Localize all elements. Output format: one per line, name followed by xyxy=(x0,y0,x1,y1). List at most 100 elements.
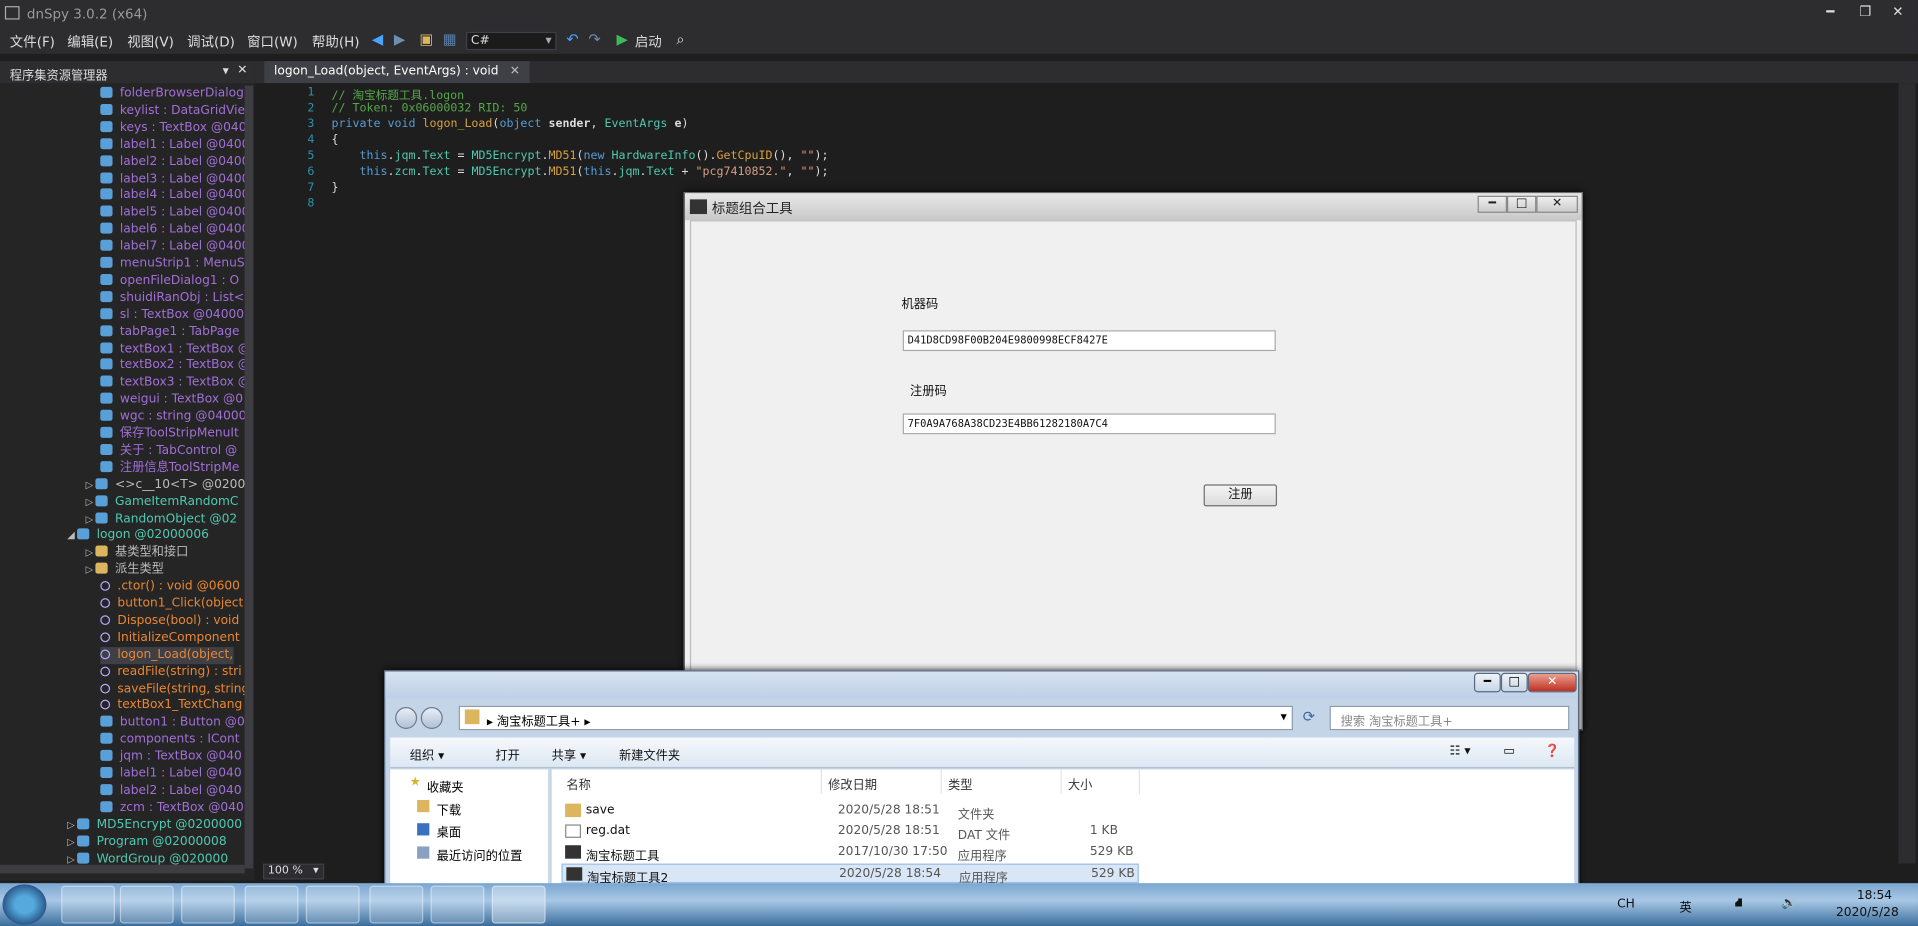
nav-downloads[interactable]: 下载 xyxy=(437,800,461,818)
search-icon[interactable]: ⌕ xyxy=(676,31,684,49)
tree-item[interactable]: ◢ logon @02000006 xyxy=(67,528,209,545)
file-row[interactable]: 淘宝标题工具 2017/10/30 17:50 应用程序 529 KB xyxy=(561,843,1138,864)
clock-time[interactable]: 18:54 xyxy=(1857,889,1892,902)
tree-item[interactable]: tabPage1 : TabPage xyxy=(100,324,240,341)
volume-icon[interactable]: 🔊 xyxy=(1781,897,1796,910)
media-player-icon[interactable] xyxy=(181,885,235,924)
tree-item[interactable]: .ctor() : void @0600 xyxy=(100,579,240,596)
column-type[interactable]: 类型 xyxy=(948,774,972,792)
redo-icon[interactable]: ↷ xyxy=(588,31,600,48)
nav-favorites[interactable]: 收藏夹 xyxy=(427,777,464,795)
nav-recent[interactable]: 最近访问的位置 xyxy=(437,845,523,863)
tree-item[interactable]: label2 : Label @040 xyxy=(100,783,242,800)
tree-item[interactable]: keylist : DataGridView xyxy=(100,103,245,120)
column-separator[interactable] xyxy=(820,769,822,794)
column-size[interactable]: 大小 xyxy=(1068,774,1092,792)
column-separator[interactable] xyxy=(1138,769,1141,794)
tree-item[interactable]: ▷ RandomObject @02 xyxy=(86,511,238,528)
network-icon[interactable]: ⛘ xyxy=(1734,897,1743,913)
explorer-horizontal-scrollbar[interactable] xyxy=(0,864,245,874)
explorer-icon[interactable] xyxy=(119,885,174,924)
menu-help[interactable]: 帮助(H) xyxy=(312,32,360,52)
tree-item[interactable]: components : ICont xyxy=(100,732,240,749)
tree-item[interactable]: keys : TextBox @0400 xyxy=(100,120,245,137)
tree-item[interactable]: label7 : Label @0400 xyxy=(100,239,245,256)
tree-item[interactable]: label2 : Label @0400 xyxy=(100,154,245,171)
tree-item[interactable]: zcm : TextBox @040 xyxy=(100,800,244,817)
forward-icon[interactable] xyxy=(420,707,443,730)
menu-window[interactable]: 窗口(W) xyxy=(247,32,298,52)
menu-edit[interactable]: 编辑(E) xyxy=(67,32,113,52)
tree-item[interactable]: openFileDialog1 : O xyxy=(100,273,239,290)
tree-item[interactable]: textBox1_TextChang xyxy=(100,698,242,715)
search-input[interactable]: 搜索 淘宝标题工具+ xyxy=(1329,705,1570,731)
help-icon[interactable]: ❓ xyxy=(1545,745,1560,758)
tree-item[interactable]: textBox3 : TextBox @ xyxy=(100,375,245,392)
explorer-vertical-scrollbar[interactable] xyxy=(244,85,254,869)
input-language[interactable]: CH xyxy=(1617,898,1635,911)
tree-item[interactable]: shuidiRanObj : List< xyxy=(100,290,244,307)
expand-arrow-icon[interactable]: ▷ xyxy=(86,494,96,511)
tree-item[interactable]: label5 : Label @0400 xyxy=(100,205,245,222)
forward-icon[interactable]: ▶ xyxy=(394,31,405,48)
menu-file[interactable]: 文件(F) xyxy=(10,32,55,52)
dialog-minimize-button[interactable]: ━ xyxy=(1477,195,1507,213)
explorer-maximize-button[interactable]: □ xyxy=(1500,672,1528,693)
gorilla-app-icon[interactable] xyxy=(491,885,546,924)
zoom-select[interactable]: 100 % ▾ xyxy=(262,863,325,880)
address-bar[interactable]: ▸ 淘宝标题工具+ ▸ ▾ xyxy=(458,705,1293,731)
tree-item[interactable]: label6 : Label @0400 xyxy=(100,222,245,239)
back-icon[interactable]: ◀ xyxy=(372,31,383,48)
panel-close-icon[interactable]: ✕ xyxy=(237,64,247,77)
reg-code-field[interactable]: 7F0A9A768A38CD23E4BB61282180A7C4 xyxy=(902,413,1276,435)
machine-code-field[interactable]: D41D8CD98F00B204E9800998ECF8427E xyxy=(902,330,1276,352)
tree-item[interactable]: Dispose(bool) : void xyxy=(100,613,239,630)
file-row[interactable]: reg.dat 2020/5/28 18:51 DAT 文件 1 KB xyxy=(561,822,1138,843)
tree-item[interactable]: ▷ Program @02000008 xyxy=(67,834,227,851)
dialog-close-button[interactable]: ✕ xyxy=(1536,195,1578,213)
preview-pane-icon[interactable]: ▭ xyxy=(1503,745,1515,758)
tree-item[interactable]: label3 : Label @0400 xyxy=(100,171,245,188)
tree-item[interactable]: jqm : TextBox @040 xyxy=(100,749,242,766)
close-button[interactable]: ✕ xyxy=(1892,4,1903,20)
menu-view[interactable]: 视图(V) xyxy=(127,32,174,52)
window-switcher-icon[interactable] xyxy=(369,885,424,924)
column-separator[interactable] xyxy=(940,769,942,794)
paint-icon[interactable] xyxy=(305,885,360,924)
tree-item[interactable]: ▷ <>c__10<T> @0200 xyxy=(86,477,245,494)
expand-arrow-icon[interactable]: ▷ xyxy=(86,545,96,562)
tree-item[interactable]: textBox1 : TextBox @ xyxy=(100,341,245,358)
notepad-icon[interactable] xyxy=(430,885,485,924)
tree-item[interactable]: button1_Click(object xyxy=(100,596,243,613)
ie-icon[interactable] xyxy=(61,885,115,924)
chevron-down-icon[interactable]: ▾ xyxy=(1281,711,1287,724)
view-options-icon[interactable]: ☷ ▾ xyxy=(1449,745,1470,758)
column-date[interactable]: 修改日期 xyxy=(828,774,877,792)
nav-desktop[interactable]: 桌面 xyxy=(437,822,461,840)
dialog-title-bar[interactable]: 标题组合工具 ━ □ ✕ xyxy=(684,193,1582,221)
refresh-icon[interactable]: ⟳ xyxy=(1303,708,1315,725)
tab-logon-load[interactable]: logon_Load(object, EventArgs) : void ✕ xyxy=(264,61,530,84)
tab-close-icon[interactable]: ✕ xyxy=(510,65,520,78)
share-button[interactable]: 共享 ▾ xyxy=(552,745,586,763)
tree-item[interactable]: wgc : string @04000 xyxy=(100,409,245,426)
tree-item[interactable]: ▷ 派生类型 xyxy=(86,562,164,579)
expand-arrow-icon[interactable]: ◢ xyxy=(67,528,77,545)
tree-item[interactable]: 注册信息ToolStripMe xyxy=(100,460,239,477)
organize-button[interactable]: 组织 ▾ xyxy=(410,745,444,763)
maximize-icon[interactable]: ❐ xyxy=(1859,4,1871,20)
panel-menu-icon[interactable]: ▾ xyxy=(223,65,229,78)
file-row[interactable]: save 2020/5/28 18:51 文件夹 xyxy=(561,801,1138,822)
file-row[interactable]: 淘宝标题工具2 2020/5/28 18:54 应用程序 529 KB xyxy=(561,863,1139,886)
expand-arrow-icon[interactable]: ▷ xyxy=(86,477,96,494)
tree-item[interactable]: InitializeComponent xyxy=(100,630,240,647)
tree-item[interactable]: label1 : Label @0400 xyxy=(100,137,245,154)
explorer-minimize-button[interactable]: ━ xyxy=(1473,672,1501,693)
tree-item[interactable]: logon_Load(object, xyxy=(100,646,234,664)
dialog-maximize-button[interactable]: □ xyxy=(1506,195,1537,213)
start-icon[interactable]: ▶ xyxy=(616,31,627,48)
tree-item[interactable]: ▷ 基类型和接口 xyxy=(86,545,188,562)
start-button[interactable]: 启动 xyxy=(635,32,662,52)
open-button[interactable]: 打开 xyxy=(495,745,519,763)
tree-item[interactable]: folderBrowserDialog xyxy=(100,86,244,103)
